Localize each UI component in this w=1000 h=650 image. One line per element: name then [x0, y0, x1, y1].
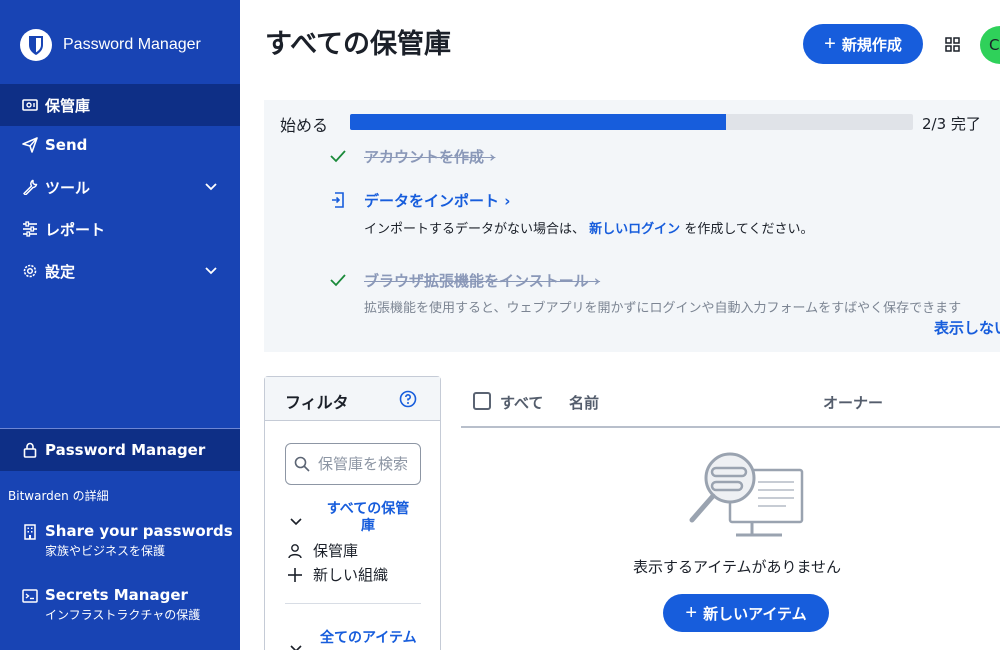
- step-install-extension[interactable]: ブラウザ拡張機能をインストール ›: [364, 270, 600, 291]
- promo-share-passwords[interactable]: Share your passwords 家族やビジネスを保護: [22, 522, 233, 559]
- step-import-data[interactable]: データをインポート ›: [364, 190, 510, 211]
- column-name[interactable]: 名前: [569, 392, 599, 413]
- new-item-button-label: 新しいアイテム: [703, 605, 807, 623]
- progress-fill: [350, 114, 726, 130]
- filter-all-vaults[interactable]: すべての保管庫: [320, 501, 416, 535]
- step-extension-description: 拡張機能を使用すると、ウェブアプリを開かずにログインや自動入力フォームをすばやく…: [364, 301, 962, 316]
- search-icon: [294, 456, 310, 472]
- filter-item-new-organization[interactable]: 新しい組織: [287, 564, 388, 585]
- check-icon: [330, 274, 346, 287]
- avatar-initial: C: [989, 36, 1000, 54]
- send-icon: [22, 137, 38, 153]
- brand[interactable]: Password Manager: [20, 28, 201, 62]
- page-title: すべての保管庫: [265, 29, 452, 60]
- plus-icon: +: [824, 33, 836, 55]
- getting-started-panel: 始める 2/3 完了 アカウントを作成 › データをインポート › インポートす…: [264, 100, 1000, 352]
- avatar[interactable]: C: [980, 26, 1000, 64]
- chevron-down-icon[interactable]: [289, 642, 303, 650]
- plus-icon: +: [685, 602, 698, 624]
- step-title: ブラウザ拡張機能をインストール: [364, 272, 589, 290]
- bitwarden-shield-icon: [20, 29, 52, 61]
- filter-header: フィルタ: [265, 377, 440, 421]
- wrench-icon: [23, 179, 38, 195]
- product-switcher-grid-icon[interactable]: [945, 37, 960, 52]
- sliders-icon: [23, 221, 37, 237]
- promo-subtitle: 家族やビジネスを保護: [45, 544, 166, 558]
- column-owner: オーナー: [823, 394, 884, 412]
- filter-divider: [285, 603, 421, 604]
- lock-icon: [23, 442, 37, 458]
- sidebar-item-label: ツール: [45, 178, 91, 197]
- sidebar-item-vault[interactable]: 保管庫: [0, 84, 240, 126]
- step-create-account[interactable]: アカウントを作成 ›: [364, 146, 495, 167]
- new-login-link[interactable]: 新しいログイン: [589, 222, 680, 237]
- promo-title: Secrets Manager: [45, 586, 188, 604]
- step-title: データをインポート: [364, 192, 500, 210]
- filter-item-my-vault[interactable]: 保管庫: [287, 540, 358, 561]
- step-desc-text: を作成してください。: [684, 222, 814, 237]
- sidebar-item-label: Send: [45, 136, 88, 154]
- progress-text: 2/3 完了: [922, 115, 981, 133]
- promo-secrets-manager[interactable]: Secrets Manager インフラストラクチャの保護: [22, 586, 200, 623]
- sidebar-item-reports[interactable]: レポート: [0, 208, 240, 250]
- sidebar-item-send[interactable]: Send: [0, 124, 240, 166]
- filter-title: フィルタ: [285, 393, 349, 412]
- sidebar-item-tools[interactable]: ツール: [0, 166, 240, 208]
- sidebar-item-label: 設定: [45, 262, 76, 281]
- help-icon[interactable]: [399, 390, 417, 408]
- filter-all-items[interactable]: 全てのアイテム: [320, 630, 440, 647]
- filter-item-label: 保管庫: [313, 542, 359, 560]
- empty-state-text: 表示するアイテムがありません: [633, 558, 842, 576]
- new-item-button[interactable]: + 新しいアイテム: [663, 594, 829, 632]
- user-icon: [288, 543, 302, 558]
- new-button[interactable]: + 新規作成: [803, 24, 923, 64]
- sidebar-item-label: 保管庫: [45, 96, 91, 115]
- search-input[interactable]: [318, 455, 418, 473]
- gear-icon: [23, 264, 37, 278]
- filter-panel: フィルタ すべての保管庫 保管庫 新しい組織 全てのアイテム: [264, 376, 441, 650]
- no-items-illustration-icon: [689, 452, 804, 537]
- chevron-down-icon[interactable]: [289, 515, 303, 529]
- check-icon: [330, 150, 346, 163]
- product-switcher-password-manager[interactable]: Password Manager: [0, 428, 240, 471]
- product-switcher-label: Password Manager: [45, 441, 206, 459]
- terminal-icon: [22, 589, 38, 603]
- dismiss-getting-started-link[interactable]: 表示しない: [934, 317, 1000, 338]
- step-title: アカウントを作成: [364, 148, 485, 166]
- vault-table-header: すべて 名前 オーナー: [461, 380, 1000, 428]
- sidebar-item-label: レポート: [45, 220, 106, 239]
- promo-subtitle: インフラストラクチャの保護: [45, 608, 201, 622]
- sidebar-item-settings[interactable]: 設定: [0, 250, 240, 292]
- progress-bar: [350, 114, 913, 130]
- sidebar: Password Manager 保管庫 Send ツール レポート 設定 Pa…: [0, 0, 240, 650]
- getting-started-label: 始める: [280, 116, 329, 135]
- promo-title: Share your passwords: [45, 522, 233, 540]
- brand-name: Password Manager: [63, 36, 201, 53]
- chevron-down-icon: [205, 267, 217, 275]
- vault-icon: [22, 99, 38, 111]
- vault-search: [285, 443, 421, 485]
- select-all-label: すべて: [500, 394, 544, 412]
- step-desc-text: インポートするデータがない場合は、: [364, 222, 586, 237]
- import-icon: [332, 192, 344, 208]
- building-icon: [24, 524, 36, 540]
- plus-icon: [288, 567, 302, 582]
- more-from-bitwarden-title: Bitwarden の詳細: [8, 489, 109, 503]
- step-import-description: インポートするデータがない場合は、 新しいログイン を作成してください。: [364, 218, 814, 237]
- select-all-checkbox[interactable]: [473, 392, 491, 410]
- new-button-label: 新規作成: [841, 36, 902, 54]
- chevron-down-icon: [205, 183, 217, 191]
- filter-item-label: 新しい組織: [313, 566, 389, 584]
